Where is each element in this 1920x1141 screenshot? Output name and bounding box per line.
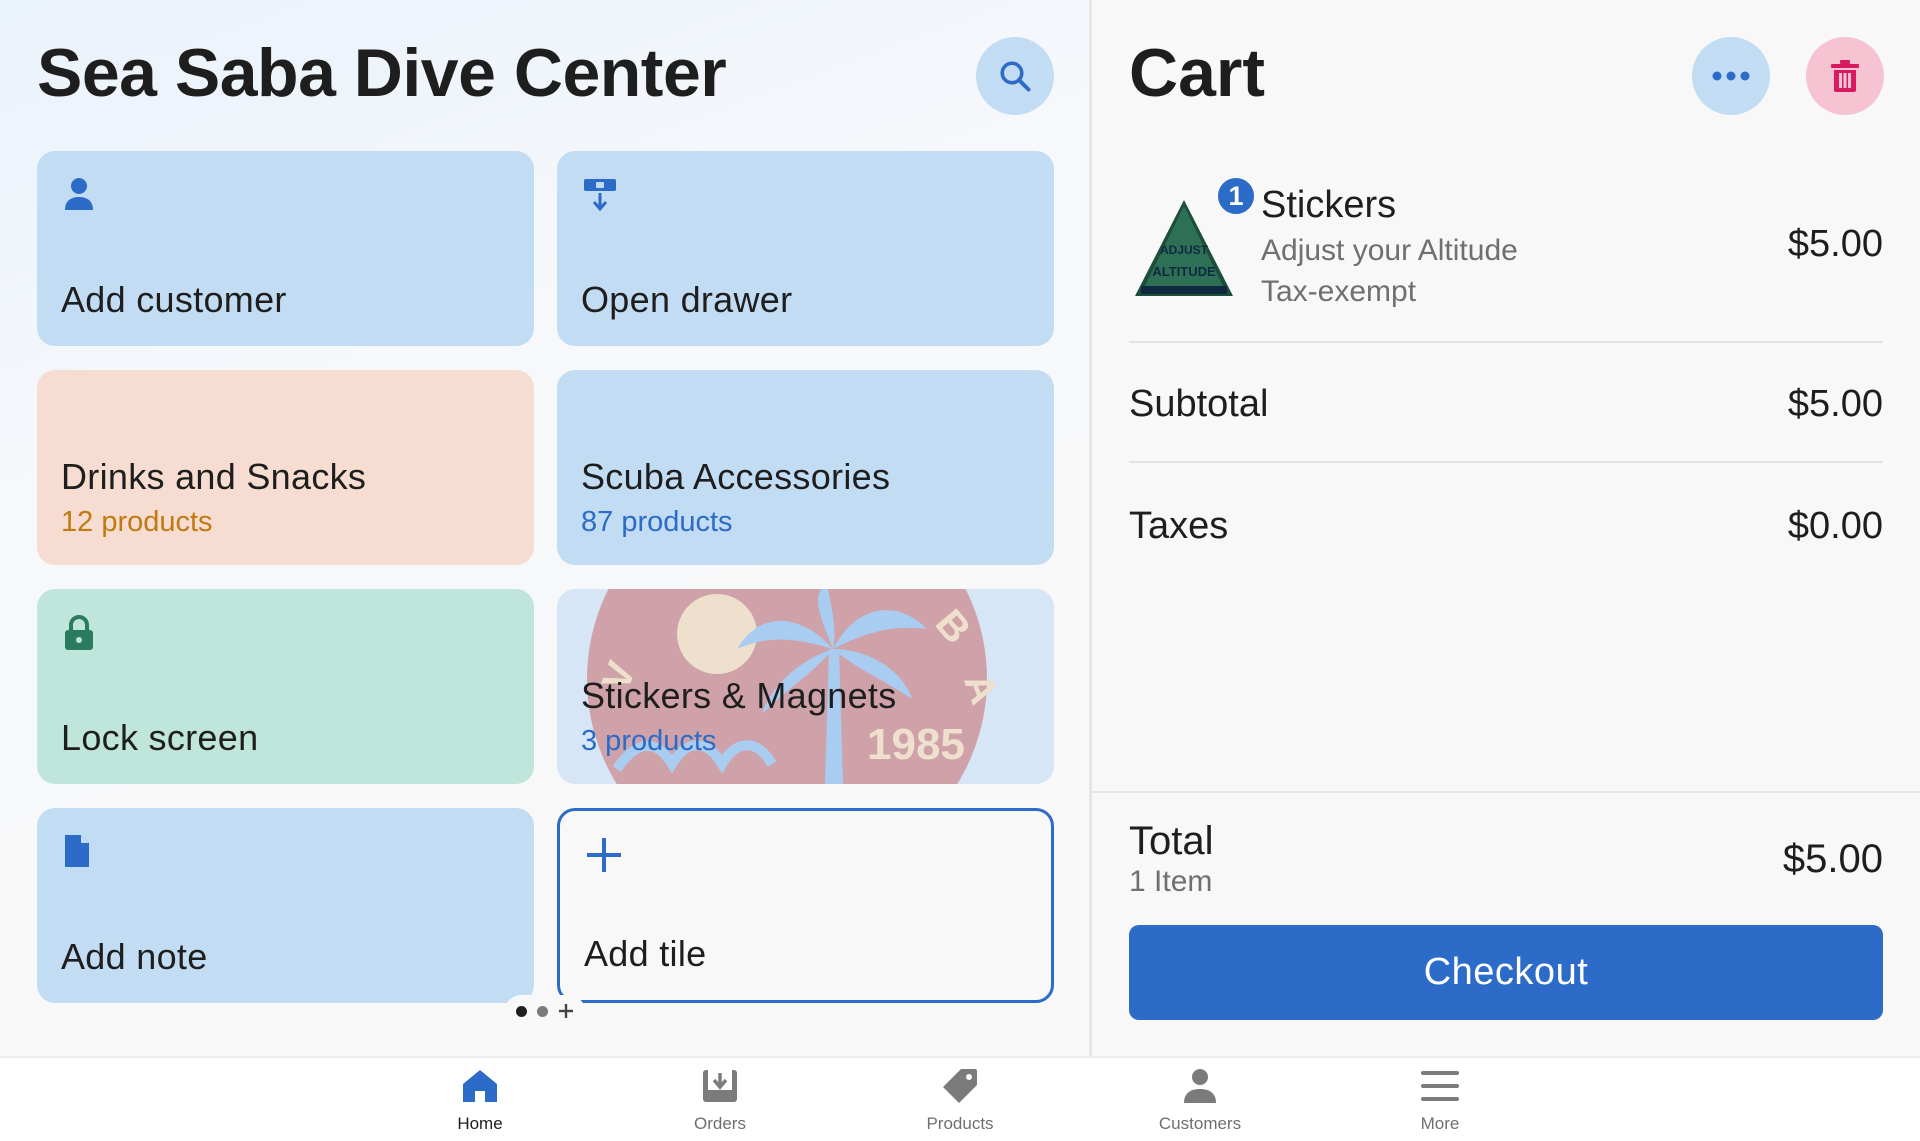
tile-label: Lock screen bbox=[61, 717, 259, 758]
tile-label: Add customer bbox=[61, 279, 287, 320]
nav-item-products[interactable]: Products bbox=[880, 1064, 1040, 1140]
nav-item-customers[interactable]: Customers bbox=[1120, 1064, 1280, 1140]
taxes-label: Taxes bbox=[1129, 505, 1229, 547]
tag-icon bbox=[943, 1069, 977, 1103]
tile-label: Add tile bbox=[584, 933, 707, 974]
cart-more-button[interactable] bbox=[1692, 37, 1770, 115]
lock-icon bbox=[65, 615, 93, 650]
cart-line-item[interactable]: ADJUST ALTITUDE 1 Stickers Adjust your A… bbox=[1129, 160, 1883, 343]
item-description: Adjust your Altitude bbox=[1261, 234, 1518, 267]
total-section: Total 1 Item $5.00 Checkout bbox=[1092, 791, 1920, 1056]
tile-label: Open drawer bbox=[581, 279, 793, 320]
svg-text:1985: 1985 bbox=[867, 720, 965, 769]
plus-icon bbox=[587, 838, 621, 872]
search-button[interactable] bbox=[976, 37, 1054, 115]
tile-open-drawer[interactable]: Open drawer bbox=[557, 151, 1054, 346]
subtotal-value: $5.00 bbox=[1787, 383, 1883, 425]
cart-title: Cart bbox=[1129, 35, 1266, 111]
nav-item-home[interactable]: Home bbox=[400, 1064, 560, 1140]
clear-cart-button[interactable] bbox=[1806, 37, 1884, 115]
quantity-badge: 1 bbox=[1216, 176, 1256, 216]
cart-panel: Cart ADJUST ALTITUDE 1 Stickers Adjust y… bbox=[1092, 0, 1920, 1056]
tile-label: Scuba Accessories bbox=[581, 456, 891, 497]
cash-drawer-icon bbox=[584, 179, 616, 212]
nav-label: Orders bbox=[694, 1114, 746, 1133]
tile-label: Stickers & Magnets bbox=[581, 675, 897, 716]
person-icon bbox=[1184, 1069, 1216, 1103]
subtotal-label: Subtotal bbox=[1129, 383, 1269, 425]
menu-icon bbox=[1421, 1071, 1459, 1101]
document-icon bbox=[65, 835, 89, 867]
add-page-icon[interactable] bbox=[558, 1003, 574, 1019]
nav-item-more[interactable]: More bbox=[1360, 1064, 1520, 1140]
tile-add-customer[interactable]: Add customer bbox=[37, 151, 534, 346]
taxes-value: $0.00 bbox=[1787, 505, 1883, 547]
nav-label: Home bbox=[457, 1114, 503, 1133]
person-icon bbox=[65, 178, 93, 210]
item-name: Stickers bbox=[1261, 184, 1397, 226]
tile-product-count: 12 products bbox=[61, 506, 213, 538]
item-thumbnail: ADJUST ALTITUDE bbox=[1135, 200, 1233, 296]
item-price: $5.00 bbox=[1787, 223, 1883, 265]
store-title: Sea Saba Dive Center bbox=[37, 35, 727, 111]
nav-item-orders[interactable]: Orders bbox=[640, 1064, 800, 1140]
orders-icon bbox=[703, 1070, 737, 1102]
nav-label: Products bbox=[926, 1114, 994, 1133]
tile-scuba-accessories[interactable]: Scuba Accessories 87 products bbox=[557, 370, 1054, 565]
tile-add-tile[interactable]: Add tile bbox=[557, 808, 1054, 1003]
tile-drinks-and-snacks[interactable]: Drinks and Snacks 12 products bbox=[37, 370, 534, 565]
total-label: Total bbox=[1129, 819, 1214, 863]
checkout-button[interactable]: Checkout bbox=[1129, 925, 1883, 1020]
page-indicator[interactable] bbox=[505, 995, 585, 1027]
nav-label: More bbox=[1420, 1114, 1460, 1133]
tile-label: Add note bbox=[61, 936, 208, 977]
taxes-row: Taxes $0.00 bbox=[1129, 465, 1883, 585]
svg-text:ADJUST: ADJUST bbox=[1160, 243, 1209, 257]
tile-add-note[interactable]: Add note bbox=[37, 808, 534, 1003]
trash-icon bbox=[1831, 60, 1859, 92]
search-icon bbox=[1000, 61, 1031, 92]
total-item-count: 1 Item bbox=[1129, 865, 1213, 898]
home-panel: Sea Saba Dive Center Add customer Open d… bbox=[0, 0, 1089, 1056]
bottom-navigation: Home Orders Products Customers More bbox=[0, 1056, 1920, 1141]
item-tax-note: Tax-exempt bbox=[1261, 275, 1417, 308]
svg-text:ALTITUDE: ALTITUDE bbox=[1152, 264, 1216, 279]
total-value: $5.00 bbox=[1782, 837, 1883, 881]
home-icon bbox=[463, 1070, 497, 1102]
page-dot-active[interactable] bbox=[516, 1005, 527, 1017]
subtotal-row: Subtotal $5.00 bbox=[1129, 343, 1883, 463]
page-dot[interactable] bbox=[537, 1005, 548, 1017]
nav-label: Customers bbox=[1158, 1114, 1242, 1133]
tile-label: Drinks and Snacks bbox=[61, 456, 367, 497]
tile-product-count: 87 products bbox=[581, 506, 733, 538]
more-horizontal-icon bbox=[1712, 71, 1750, 81]
tile-stickers-and-magnets[interactable]: 1985 V B A Stickers & Magnets 3 products bbox=[557, 589, 1054, 784]
tile-lock-screen[interactable]: Lock screen bbox=[37, 589, 534, 784]
tile-product-count: 3 products bbox=[581, 725, 717, 757]
